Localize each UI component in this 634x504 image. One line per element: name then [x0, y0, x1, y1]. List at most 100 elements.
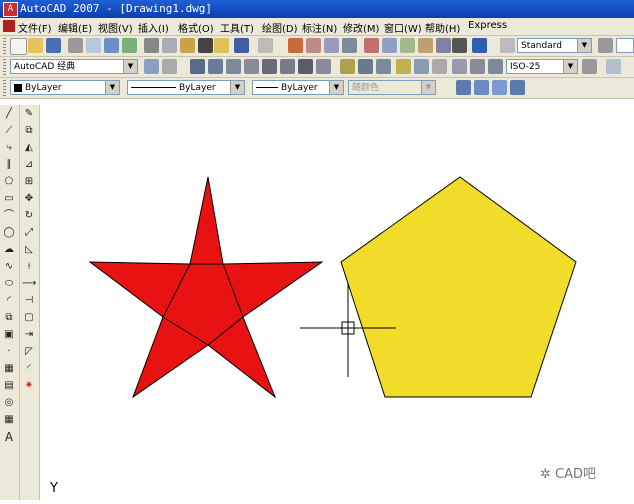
zoom-window-icon[interactable] — [324, 38, 339, 53]
dim-style-select[interactable]: ISO-25 ▼ — [506, 59, 578, 74]
red-star-shape[interactable] — [88, 176, 324, 399]
menu-modify[interactable]: 修改(M) — [343, 20, 379, 35]
point-icon[interactable]: · — [2, 345, 16, 359]
quickcalc-icon[interactable] — [452, 38, 467, 53]
linetype-control[interactable]: ByLayer ▼ — [127, 80, 245, 95]
array-icon[interactable]: ⊞ — [22, 175, 36, 189]
stretch-icon[interactable]: ◺ — [22, 243, 36, 257]
color-control[interactable]: ByLayer ▼ — [10, 80, 120, 95]
move-icon[interactable]: ✥ — [22, 192, 36, 206]
menu-view[interactable]: 视图(V) — [98, 20, 133, 35]
ellipse-arc-icon[interactable]: ◜ — [2, 294, 16, 308]
open-folder-icon[interactable] — [28, 38, 43, 53]
break-icon[interactable]: ▢ — [22, 311, 36, 325]
redo-icon[interactable] — [258, 38, 273, 53]
copy-object-icon[interactable]: ⧉ — [22, 124, 36, 138]
baseline-icon[interactable] — [358, 59, 373, 74]
insert-block-icon[interactable]: ⧉ — [2, 311, 16, 325]
ordinate-icon[interactable] — [244, 59, 259, 74]
erase-icon[interactable]: ✎ — [22, 107, 36, 121]
hatch-icon[interactable]: ▦ — [2, 362, 16, 376]
region-icon[interactable]: ◎ — [2, 396, 16, 410]
rectangle-icon[interactable]: ▭ — [2, 192, 16, 206]
revision-cloud-icon[interactable]: ☁ — [2, 243, 16, 257]
diameter-icon[interactable] — [298, 59, 313, 74]
bring-above-icon[interactable] — [510, 80, 525, 95]
jogged-icon[interactable] — [280, 59, 295, 74]
arc-icon[interactable]: ⌒ — [2, 209, 16, 223]
menu-tools[interactable]: 工具(T) — [220, 20, 254, 35]
draw-order-icon[interactable] — [456, 80, 471, 95]
dim-style-select-top[interactable] — [616, 38, 634, 53]
join-icon[interactable]: ⇥ — [22, 328, 36, 342]
sheet-set-icon[interactable] — [418, 38, 433, 53]
drawing-canvas[interactable]: Y ✲ CAD吧 — [40, 105, 634, 500]
menu-express[interactable]: Express — [468, 20, 507, 31]
text-style-icon[interactable] — [500, 38, 515, 53]
scale-icon[interactable]: ⤢ — [22, 226, 36, 240]
undo-icon[interactable] — [234, 38, 249, 53]
dim-style-icon[interactable] — [598, 38, 613, 53]
aligned-dimension-icon[interactable] — [208, 59, 223, 74]
menu-format[interactable]: 格式(O) — [178, 20, 214, 35]
paste-icon[interactable] — [180, 38, 195, 53]
copy-icon[interactable] — [162, 38, 177, 53]
text-style-select[interactable]: Standard ▼ — [517, 38, 592, 53]
toolbar-grip[interactable] — [3, 38, 6, 54]
dimension-edit-icon[interactable] — [452, 59, 467, 74]
spline-icon[interactable]: ∿ — [2, 260, 16, 274]
offset-icon[interactable]: ⊿ — [22, 158, 36, 172]
menu-edit[interactable]: 编辑(E) — [58, 20, 92, 35]
radius-icon[interactable] — [262, 59, 277, 74]
match-properties-icon[interactable] — [198, 38, 213, 53]
continue-icon[interactable] — [376, 59, 391, 74]
table-icon[interactable]: ▦ — [2, 413, 16, 427]
workspace-settings-icon[interactable] — [144, 59, 159, 74]
menu-window[interactable]: 窗口(W) — [384, 20, 422, 35]
quick-dimension-icon[interactable] — [340, 59, 355, 74]
chamfer-icon[interactable]: ◸ — [22, 345, 36, 359]
workspace-select[interactable]: AutoCAD 经典 ▼ — [10, 59, 138, 74]
zoom-realtime-icon[interactable] — [306, 38, 321, 53]
plot-icon[interactable] — [68, 38, 83, 53]
make-block-icon[interactable]: ▣ — [2, 328, 16, 342]
plot-preview-icon[interactable] — [86, 38, 101, 53]
tolerance-icon[interactable] — [414, 59, 429, 74]
center-mark-icon[interactable] — [432, 59, 447, 74]
publish-icon[interactable] — [104, 38, 119, 53]
polygon-icon[interactable]: ⬠ — [2, 175, 16, 189]
gradient-icon[interactable]: ▤ — [2, 379, 16, 393]
zoom-previous-icon[interactable] — [342, 38, 357, 53]
markup-icon[interactable] — [436, 38, 451, 53]
cut-icon[interactable] — [144, 38, 159, 53]
polyline-icon[interactable]: ⤷ — [2, 141, 16, 155]
send-to-back-icon[interactable] — [492, 80, 507, 95]
dimension-update-icon[interactable] — [488, 59, 503, 74]
autocad-app-icon[interactable]: A — [3, 2, 18, 17]
angular-icon[interactable] — [316, 59, 331, 74]
line-icon[interactable]: ╱ — [2, 107, 16, 121]
3d-dwf-icon[interactable] — [122, 38, 137, 53]
break-at-point-icon[interactable]: ⊣ — [22, 294, 36, 308]
plot-style-control[interactable]: 随颜色 ▼ — [348, 80, 436, 95]
extend-icon[interactable]: ⟶ — [22, 277, 36, 291]
tool-palettes-icon[interactable] — [400, 38, 415, 53]
trim-icon[interactable]: ⟊ — [22, 260, 36, 274]
new-file-icon[interactable] — [10, 38, 27, 55]
lineweight-control[interactable]: ByLayer ▼ — [252, 80, 344, 95]
block-editor-icon[interactable] — [214, 38, 229, 53]
toolbar-grip[interactable] — [3, 59, 6, 75]
explode-icon[interactable]: ✷ — [22, 379, 36, 393]
save-icon[interactable] — [46, 38, 61, 53]
fillet-icon[interactable]: ◜ — [22, 362, 36, 376]
dimension-style-icon[interactable] — [582, 59, 597, 74]
pan-icon[interactable] — [288, 38, 303, 53]
properties-icon[interactable] — [364, 38, 379, 53]
layer-toolbar-icon[interactable] — [606, 59, 621, 74]
menu-draw[interactable]: 绘图(D) — [262, 20, 298, 35]
help-icon[interactable] — [472, 38, 487, 53]
design-center-icon[interactable] — [382, 38, 397, 53]
bring-to-front-icon[interactable] — [474, 80, 489, 95]
mirror-icon[interactable]: ◭ — [22, 141, 36, 155]
yellow-pentagon-shape[interactable] — [340, 176, 577, 398]
